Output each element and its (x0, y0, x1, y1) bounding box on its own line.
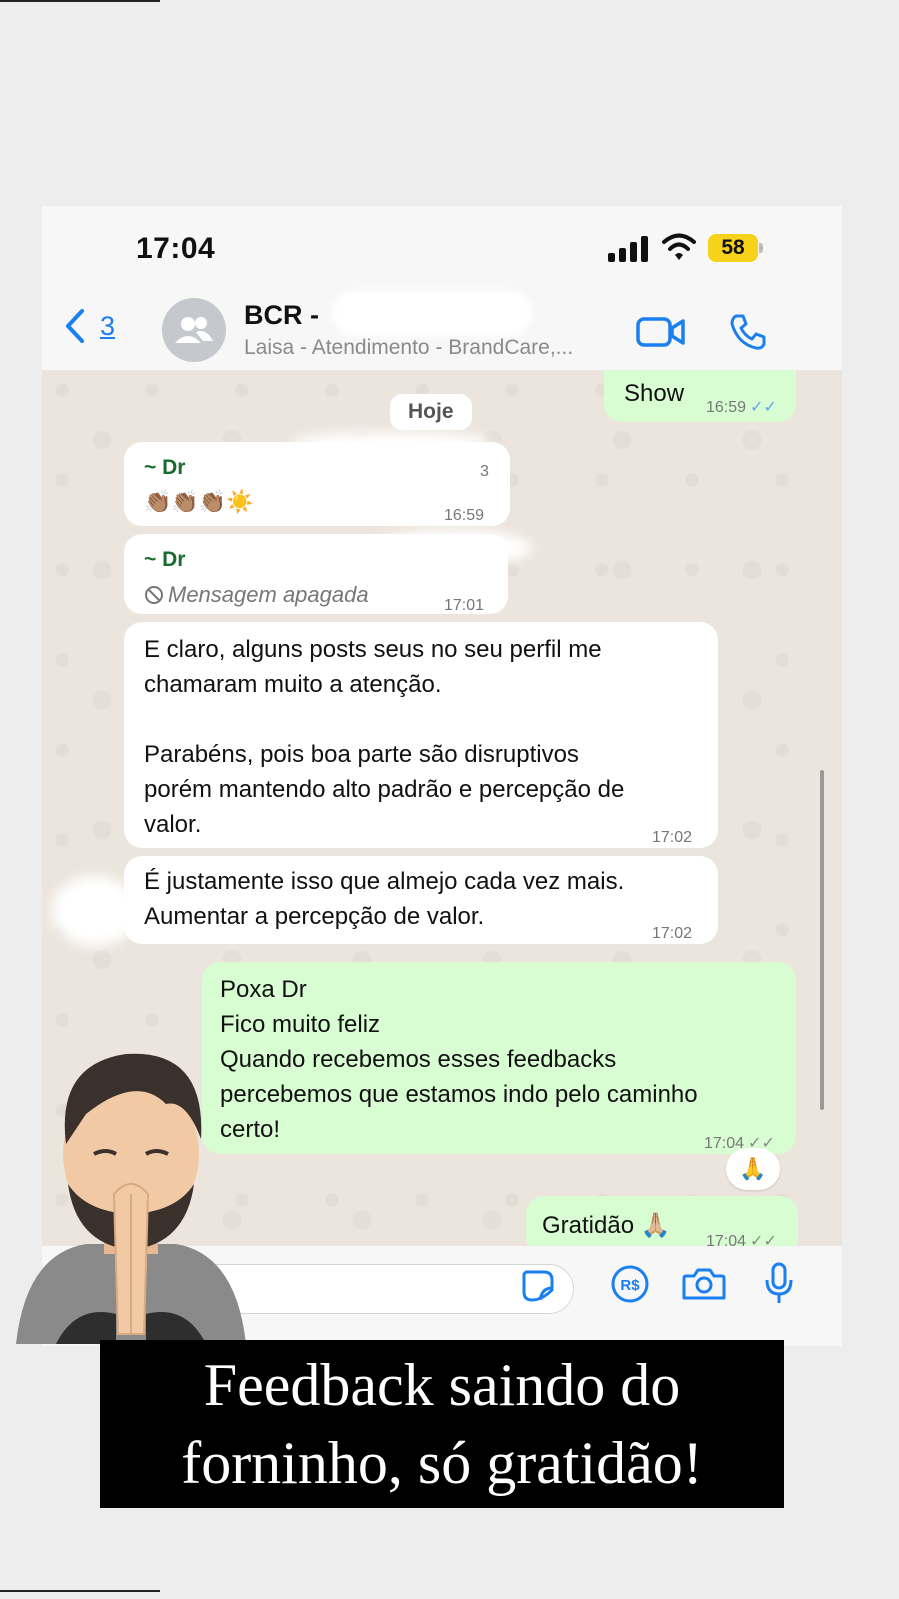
forward-count: 3 (480, 463, 489, 480)
message-outgoing-feedback[interactable]: Poxa Dr Fico muito feliz Quando recebemo… (202, 962, 796, 1154)
message-line: Fico muito feliz (220, 1011, 381, 1038)
status-bar: 17:04 58 (42, 206, 842, 290)
message-text: Show (624, 380, 685, 407)
memoji-praying-avatar (16, 1053, 246, 1344)
deleted-icon (145, 585, 163, 604)
status-time: 17:04 (136, 232, 216, 265)
battery-indicator: 58 (708, 234, 764, 262)
message-time: 17:02 (652, 829, 693, 846)
message-line: Parabéns, pois boa parte são disruptivos (144, 741, 579, 768)
camera-icon[interactable] (682, 1266, 726, 1302)
chat-header: 3 BCR - Laisa - Atendimento - BrandCare,… (42, 290, 842, 368)
read-ticks-icon: ✓✓ (750, 399, 777, 416)
message-time: 16:59 (444, 507, 485, 524)
chat-members: Laisa - Atendimento - BrandCare,... (244, 336, 574, 359)
bottom-edge-line (0, 1590, 160, 1592)
back-chevron-icon (66, 309, 84, 343)
message-time: 17:04 ✓✓ (706, 1224, 777, 1246)
microphone-icon[interactable] (764, 1262, 794, 1306)
message-time: 17:01 (444, 597, 485, 614)
message-line: Poxa Dr (220, 976, 307, 1003)
top-edge-line (0, 0, 160, 2)
pix-payment-icon[interactable]: R$ (610, 1264, 650, 1304)
deleted-message: Mensagem apagada (144, 577, 488, 612)
caption-line-2: forninho, só gratidão! (181, 1430, 703, 1496)
back-button[interactable]: 3 (64, 308, 115, 344)
message-line: chamaram muito a atenção. (144, 671, 442, 698)
chat-scrollbar[interactable] (820, 770, 824, 1110)
message-outgoing-show[interactable]: Show 16:59 ✓✓ (604, 370, 796, 422)
title-redaction (332, 290, 532, 336)
wifi-icon (662, 233, 696, 260)
redaction-blob (372, 530, 532, 566)
redaction-blob (52, 876, 138, 946)
message-time: 16:59 ✓✓ (706, 399, 777, 416)
unread-count: 3 (100, 310, 116, 341)
message-line: porém mantendo alto padrão e percepção d… (144, 776, 625, 803)
message-outgoing-gratidao[interactable]: Gratidão 🙏🏼 17:04 ✓✓ (526, 1196, 798, 1246)
date-separator: Hoje (390, 394, 472, 430)
story-caption: Feedback saindo do forninho, só gratidão… (100, 1340, 784, 1508)
message-reaction[interactable]: 🙏 (726, 1148, 780, 1190)
sender-name[interactable]: ~ Dr (144, 450, 490, 485)
battery-tip (759, 243, 763, 253)
message-incoming-value[interactable]: É justamente isso que almejo cada vez ma… (124, 856, 718, 944)
signal-icon (608, 236, 648, 262)
message-line: valor. (144, 811, 202, 838)
video-call-icon[interactable] (636, 316, 686, 348)
svg-text:R$: R$ (620, 1277, 640, 1294)
phone-call-icon[interactable] (728, 312, 768, 352)
read-ticks-icon: ✓✓ (750, 1233, 777, 1246)
chat-title[interactable]: BCR - (244, 300, 319, 331)
message-time: 17:02 (652, 925, 693, 942)
message-line: E claro, alguns posts seus no seu perfil… (144, 636, 602, 663)
battery-level: 58 (708, 234, 758, 262)
group-avatar[interactable] (162, 298, 226, 362)
message-incoming-long[interactable]: E claro, alguns posts seus no seu perfil… (124, 622, 718, 848)
sticker-icon[interactable] (520, 1268, 556, 1304)
caption-line-1: Feedback saindo do (203, 1352, 681, 1418)
message-text: Gratidão 🙏🏼 (542, 1212, 671, 1239)
message-line: É justamente isso que almejo cada vez ma… (144, 868, 625, 895)
redaction-blob (292, 432, 492, 454)
message-line: Quando recebemos esses feedbacks (220, 1046, 617, 1073)
message-line: Aumentar a percepção de valor. (144, 903, 485, 930)
message-line: percebemos que estamos indo pelo caminho (220, 1081, 698, 1108)
message-line: certo! (220, 1116, 281, 1143)
message-incoming-claps[interactable]: ~ Dr 👏🏽👏🏽👏🏽☀️ 3 16:59 (124, 442, 510, 526)
group-avatar-icon (175, 317, 213, 343)
message-emoji: 👏🏽👏🏽👏🏽☀️ (144, 489, 254, 514)
